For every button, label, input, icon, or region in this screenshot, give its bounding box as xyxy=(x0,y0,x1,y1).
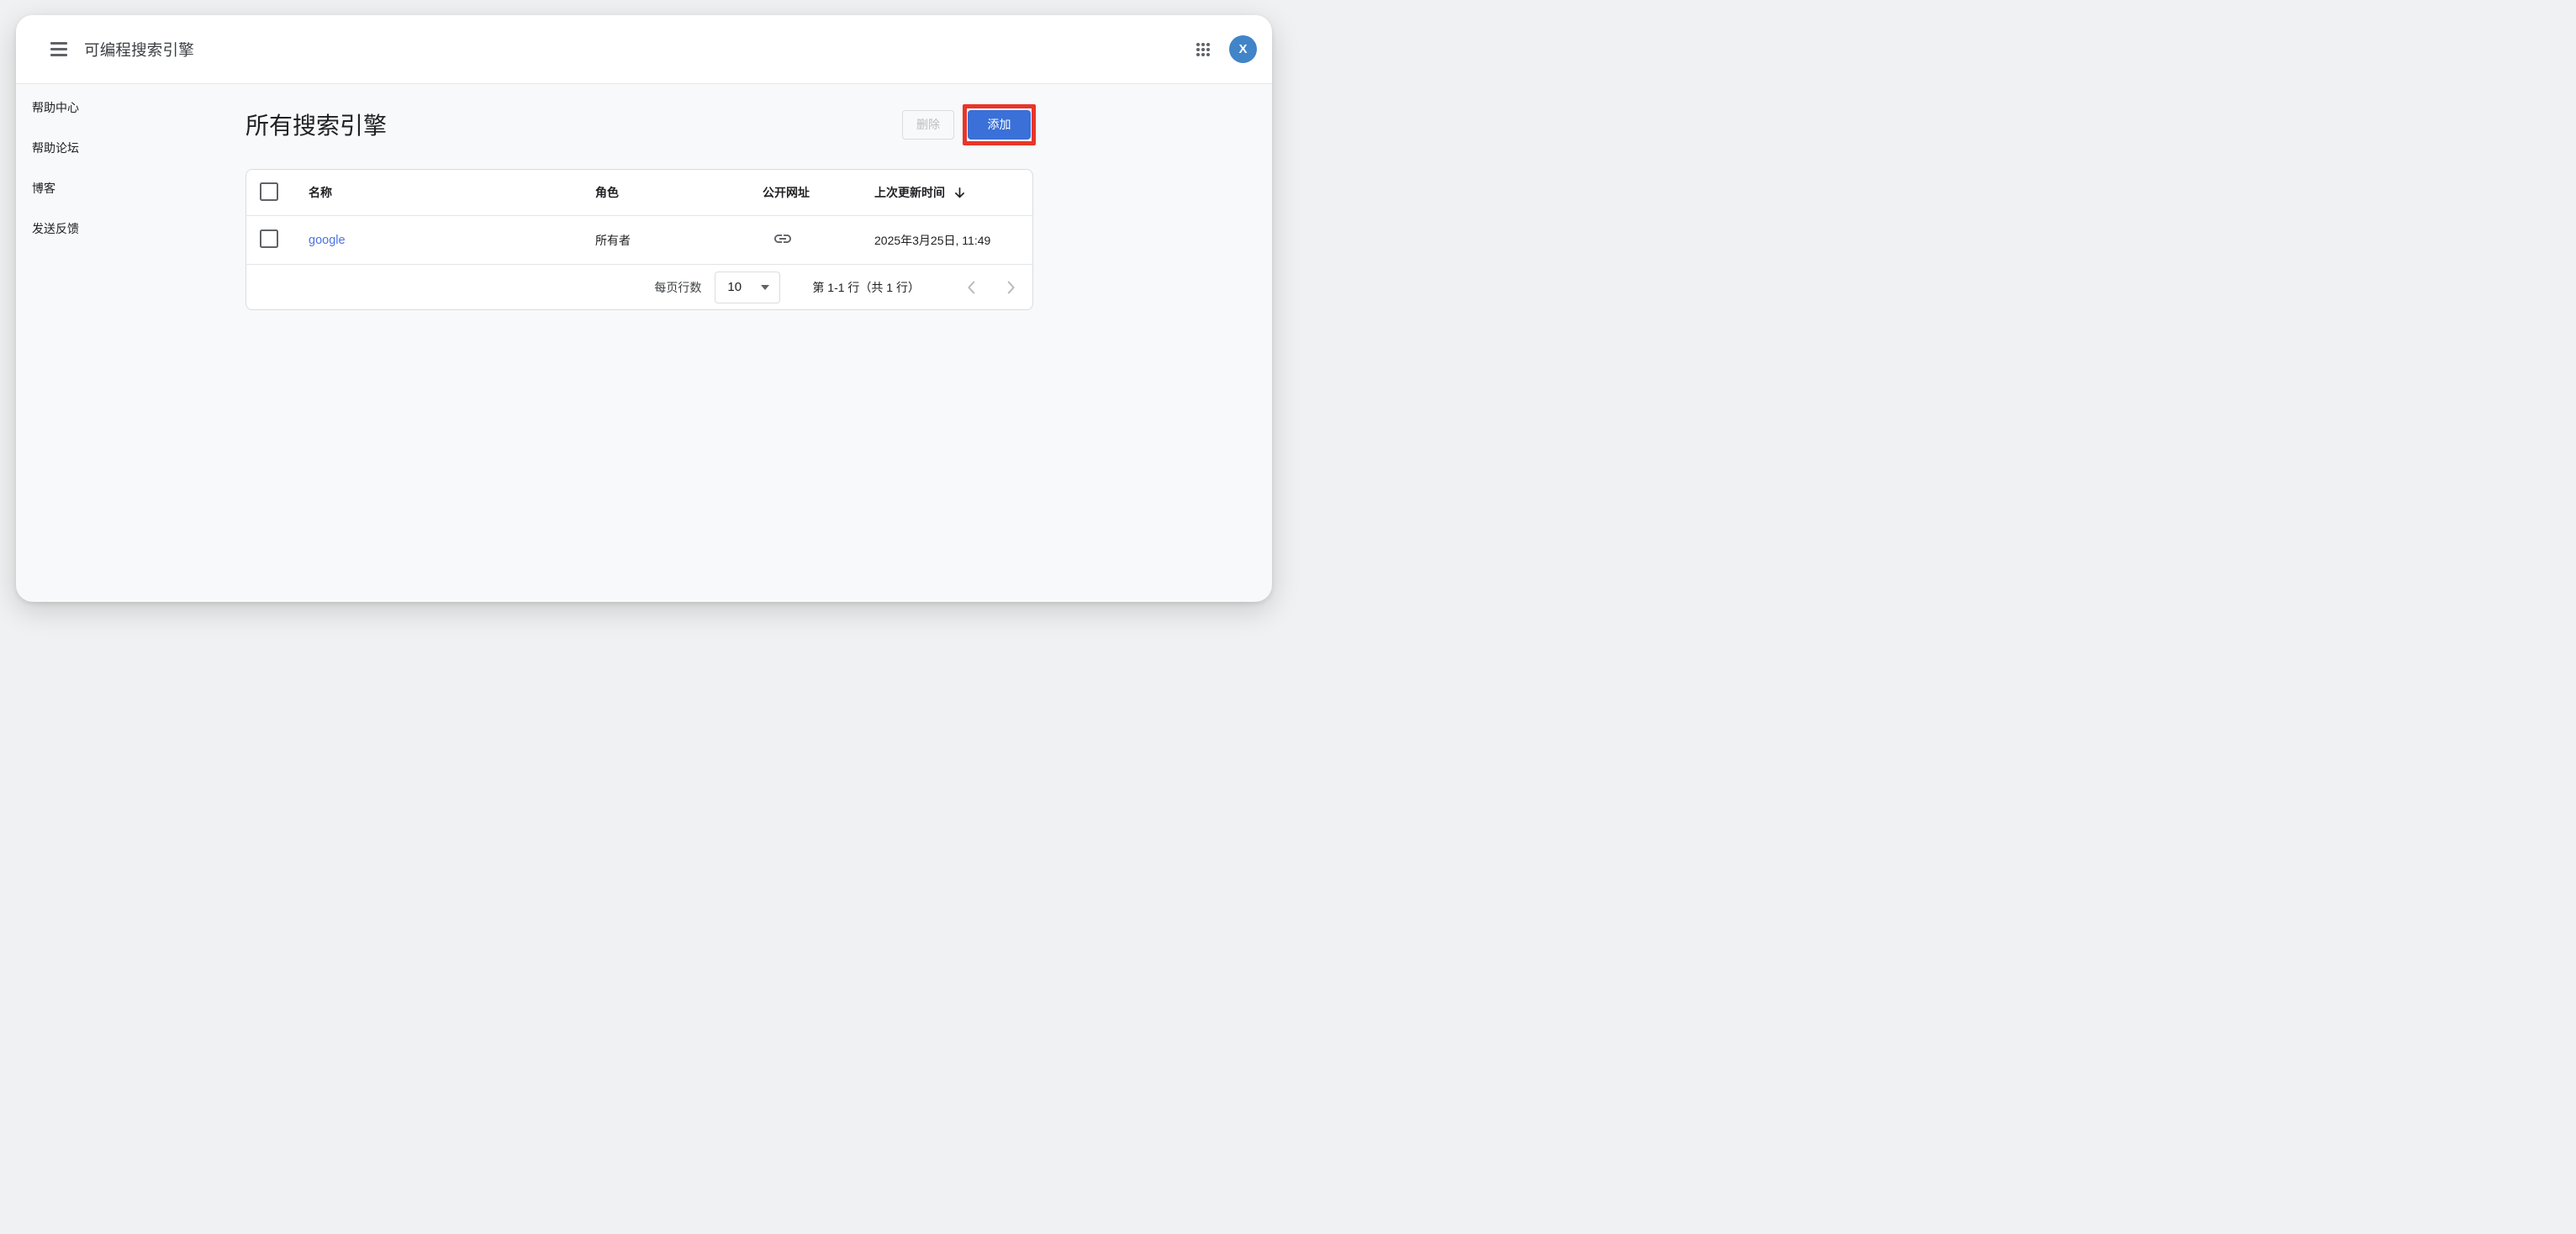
pagination-range: 第 1-1 行（共 1 行） xyxy=(812,279,920,296)
main-panel: 所有搜索引擎 删除 添加 名称 角色 公开网址 上 xyxy=(245,84,1036,601)
link-icon[interactable] xyxy=(773,229,793,249)
chevron-left-icon[interactable] xyxy=(958,274,985,301)
rows-per-page-label: 每页行数 xyxy=(654,279,701,296)
menu-icon[interactable] xyxy=(50,42,67,56)
delete-button[interactable]: 删除 xyxy=(902,110,954,140)
avatar[interactable]: X xyxy=(1229,35,1257,63)
sidebar-item-blog[interactable]: 博客 xyxy=(16,168,245,208)
highlight-annotation: 添加 xyxy=(963,104,1036,145)
add-button[interactable]: 添加 xyxy=(968,110,1031,140)
chevron-right-icon[interactable] xyxy=(997,274,1024,301)
column-header-name: 名称 xyxy=(309,184,595,201)
app-header: 可编程搜索引擎 X xyxy=(16,15,1272,84)
column-header-role: 角色 xyxy=(595,184,763,201)
apps-grid-icon[interactable] xyxy=(1196,43,1210,56)
header-checkbox-cell xyxy=(260,182,309,203)
row-public-url-cell xyxy=(763,229,874,251)
sidebar: 帮助中心 帮助论坛 博客 发送反馈 xyxy=(16,84,245,601)
sidebar-item-help-forum[interactable]: 帮助论坛 xyxy=(16,128,245,168)
select-all-checkbox[interactable] xyxy=(260,182,278,201)
page-title: 所有搜索引擎 xyxy=(245,108,387,141)
chevron-down-icon xyxy=(761,285,769,290)
table-row: google 所有者 2025年3月25日, 11:49 xyxy=(246,216,1032,265)
rows-per-page-value: 10 xyxy=(727,280,742,294)
sidebar-item-send-feedback[interactable]: 发送反馈 xyxy=(16,208,245,249)
column-header-last-updated[interactable]: 上次更新时间 xyxy=(874,184,1012,201)
app-title: 可编程搜索引擎 xyxy=(84,39,194,61)
header-left: 可编程搜索引擎 xyxy=(50,39,194,61)
row-checkbox[interactable] xyxy=(260,229,278,248)
engine-link[interactable]: google xyxy=(309,234,346,247)
row-name-cell: google xyxy=(309,233,595,247)
app-window: 可编程搜索引擎 X 帮助中心 帮助论坛 博客 发送反馈 所有搜索引擎 删除 添加 xyxy=(16,15,1272,602)
search-engines-table: 名称 角色 公开网址 上次更新时间 xyxy=(245,169,1033,310)
row-role-cell: 所有者 xyxy=(595,232,763,249)
row-last-updated-cell: 2025年3月25日, 11:49 xyxy=(874,232,1012,249)
content-area: 帮助中心 帮助论坛 博客 发送反馈 所有搜索引擎 删除 添加 xyxy=(16,84,1272,601)
row-checkbox-cell xyxy=(260,229,309,250)
header-right: X xyxy=(1196,35,1257,63)
column-header-public-url: 公开网址 xyxy=(763,184,874,201)
toolbar: 删除 添加 xyxy=(902,104,1036,145)
rows-per-page-select[interactable]: 10 xyxy=(715,272,780,303)
heading-row: 所有搜索引擎 删除 添加 xyxy=(245,101,1036,148)
sidebar-item-help-center[interactable]: 帮助中心 xyxy=(16,87,245,128)
table-header-row: 名称 角色 公开网址 上次更新时间 xyxy=(246,170,1032,216)
sort-desc-arrow-icon[interactable] xyxy=(953,186,967,200)
table-pagination: 每页行数 10 第 1-1 行（共 1 行） xyxy=(246,265,1032,309)
